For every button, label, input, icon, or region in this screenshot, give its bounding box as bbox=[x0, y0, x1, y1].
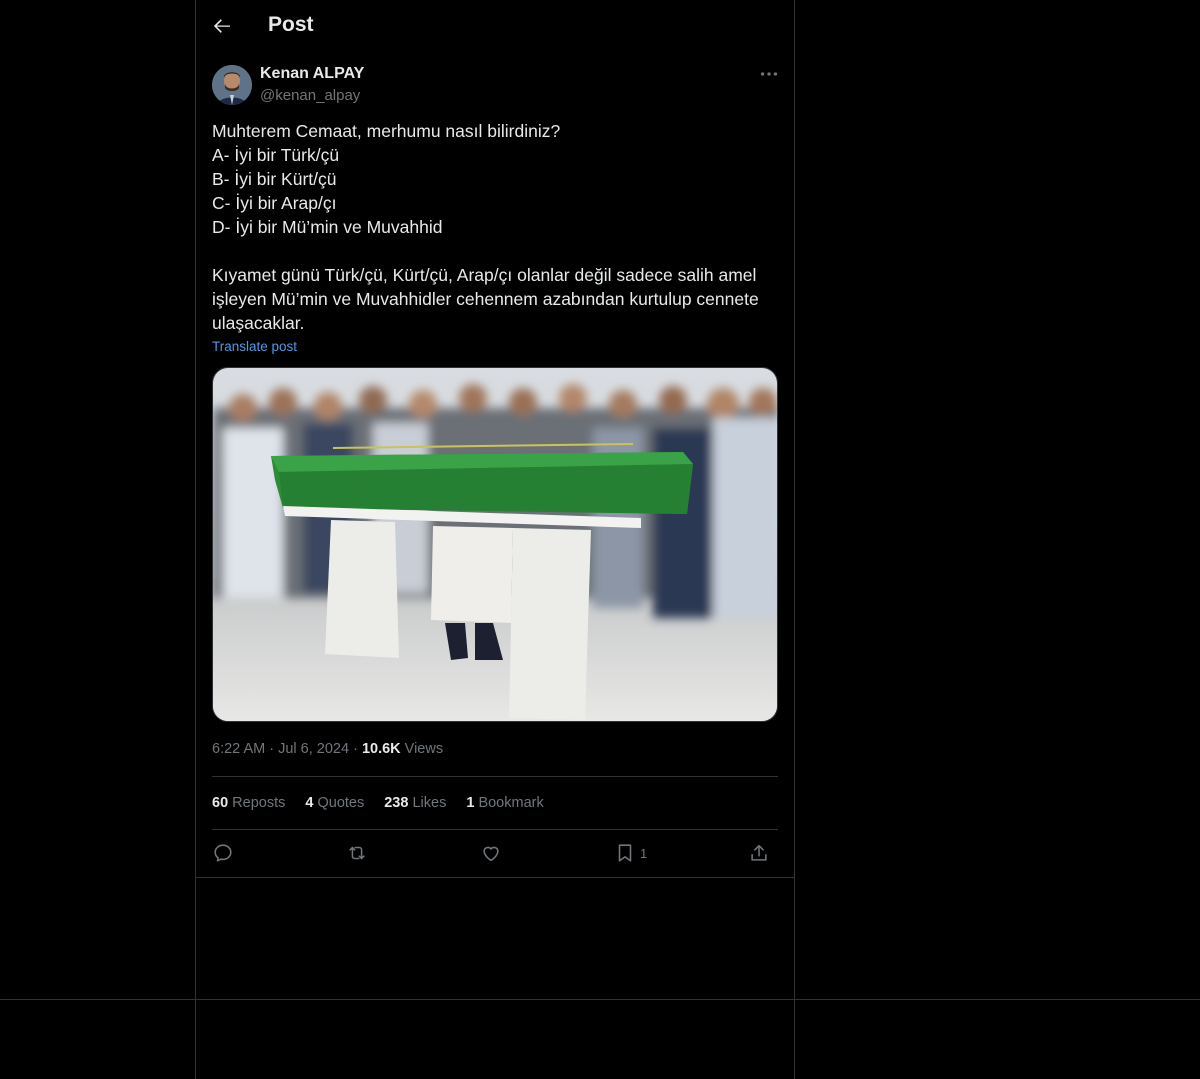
views-count: 10.6K bbox=[361, 741, 401, 757]
meta-separator: · bbox=[353, 741, 362, 757]
repost-icon bbox=[349, 846, 365, 860]
column-right-border bbox=[794, 0, 795, 1079]
post-time[interactable]: 6:22 AM bbox=[212, 741, 265, 757]
share-icon bbox=[751, 844, 767, 861]
page-title: Post bbox=[268, 13, 314, 36]
post-bottom-divider bbox=[196, 877, 794, 878]
column-left-border bbox=[195, 0, 196, 1079]
bookmark-icon bbox=[618, 844, 632, 862]
post-text: Muhterem Cemaat, merhumu nasıl bilirdini… bbox=[212, 121, 759, 333]
page-header: Post bbox=[196, 0, 794, 53]
like-icon bbox=[483, 846, 499, 862]
stats-bottom-divider bbox=[212, 829, 778, 830]
post-meta: 6:22 AM · Jul 6, 2024 · 10.6K Views bbox=[212, 741, 443, 757]
back-arrow-icon[interactable] bbox=[210, 14, 234, 38]
bookmark-count: 1 bbox=[640, 845, 648, 861]
repost-button[interactable] bbox=[346, 841, 368, 865]
post-image[interactable] bbox=[212, 367, 778, 722]
reposts-stat[interactable]: 60 Reposts bbox=[212, 795, 285, 811]
reply-icon bbox=[214, 844, 232, 862]
reply-button[interactable] bbox=[212, 841, 234, 865]
stats-top-divider bbox=[212, 776, 778, 777]
post-date[interactable]: Jul 6, 2024 bbox=[278, 741, 349, 757]
bookmark-button[interactable]: 1 bbox=[614, 841, 647, 865]
post-stats: 60 Reposts 4 Quotes 238 Likes 1 Bookmark bbox=[212, 795, 544, 811]
author-handle[interactable]: @kenan_alpay bbox=[260, 87, 360, 104]
quotes-stat[interactable]: 4 Quotes bbox=[305, 795, 364, 811]
views-label: Views bbox=[404, 741, 444, 757]
share-button[interactable] bbox=[748, 841, 770, 865]
action-bar: 1 bbox=[212, 841, 778, 865]
meta-separator: · bbox=[269, 741, 279, 757]
author-name[interactable]: Kenan ALPAY bbox=[260, 65, 364, 83]
like-button[interactable] bbox=[480, 841, 502, 865]
translate-post-link[interactable]: Translate post bbox=[212, 339, 297, 354]
page-bottom-divider bbox=[0, 999, 1200, 1000]
likes-stat[interactable]: 238 Likes bbox=[384, 795, 446, 811]
more-icon[interactable] bbox=[758, 63, 780, 85]
bookmarks-stat[interactable]: 1 Bookmark bbox=[466, 795, 543, 811]
avatar[interactable] bbox=[212, 65, 252, 105]
